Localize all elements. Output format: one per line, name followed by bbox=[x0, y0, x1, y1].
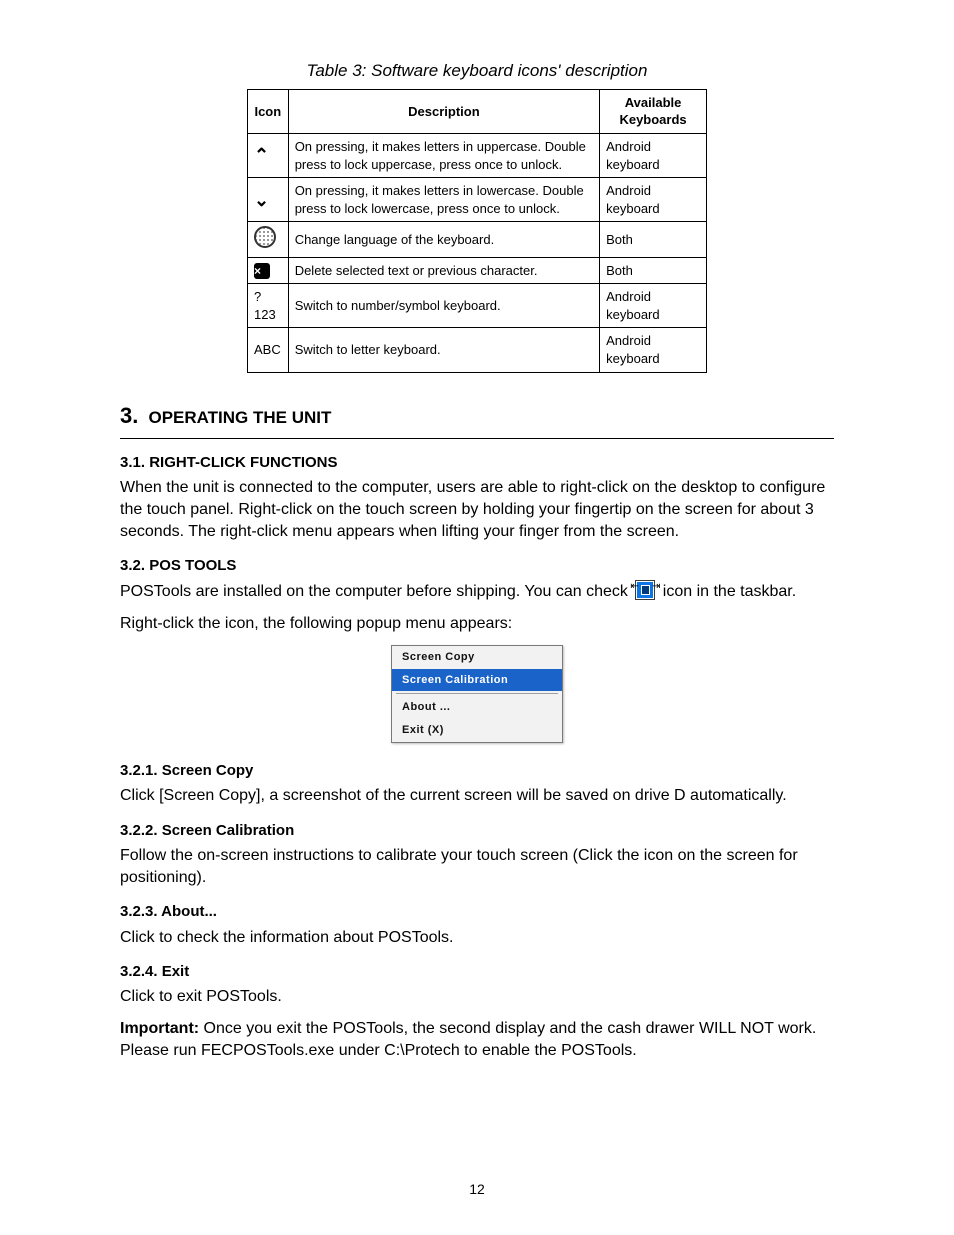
subsection-number: 3.2.3. bbox=[120, 903, 158, 920]
cell-desc: Change language of the keyboard. bbox=[288, 222, 599, 258]
subsection-heading: 3.2.2. Screen Calibration bbox=[120, 821, 834, 841]
menu-item-about: About ... bbox=[392, 696, 562, 719]
th-avail: Available Keyboards bbox=[600, 89, 707, 133]
subsection-title: Exit bbox=[162, 963, 190, 980]
note-text: Once you exit the POSTools, the second d… bbox=[120, 1020, 816, 1059]
cell-avail: Both bbox=[600, 222, 707, 258]
popup-menu-graphic: Screen Copy Screen Calibration About ...… bbox=[120, 645, 834, 743]
chevron-down-icon: ⌄ bbox=[254, 188, 269, 212]
cell-avail: Android keyboard bbox=[600, 284, 707, 328]
cell-desc: Delete selected text or previous charact… bbox=[288, 257, 599, 284]
pos-tools-taskbar-icon bbox=[635, 580, 655, 600]
table-title: Table 3: Software keyboard icons' descri… bbox=[120, 60, 834, 83]
page-number: 12 bbox=[0, 1180, 954, 1199]
th-icon: Icon bbox=[248, 89, 289, 133]
subsection-number: 3.2.1. bbox=[120, 762, 158, 779]
paragraph: POSTools are installed on the computer b… bbox=[120, 580, 834, 603]
note-label: Important: bbox=[120, 1020, 199, 1037]
subsection-heading: 3.2. POS TOOLS bbox=[120, 556, 834, 576]
subsection-title: About... bbox=[161, 903, 217, 920]
subsection-heading: 3.2.1. Screen Copy bbox=[120, 761, 834, 781]
paragraph: When the unit is connected to the comput… bbox=[120, 477, 834, 542]
cell-avail: Android keyboard bbox=[600, 178, 707, 222]
subsection-number: 3.2.2. bbox=[120, 822, 158, 839]
text-fragment: POSTools are installed on the computer b… bbox=[120, 583, 628, 600]
globe-icon bbox=[254, 226, 276, 248]
subsection-number: 3.2. bbox=[120, 557, 145, 574]
divider bbox=[120, 438, 834, 439]
delete-icon: × bbox=[254, 263, 270, 279]
table-row: ⌄ On pressing, it makes letters in lower… bbox=[248, 178, 707, 222]
cell-desc: Switch to letter keyboard. bbox=[288, 328, 599, 372]
subsection-title: POS TOOLS bbox=[149, 557, 236, 574]
table-row: Change language of the keyboard. Both bbox=[248, 222, 707, 258]
popup-menu: Screen Copy Screen Calibration About ...… bbox=[391, 645, 563, 743]
abc-switch-icon: ABC bbox=[248, 328, 289, 372]
paragraph: Click to check the information about POS… bbox=[120, 927, 834, 949]
table-row: × Delete selected text or previous chara… bbox=[248, 257, 707, 284]
subsection-title: RIGHT-CLICK FUNCTIONS bbox=[149, 454, 337, 471]
subsection-heading: 3.2.3. About... bbox=[120, 902, 834, 922]
software-keys-table: Icon Description Available Keyboards ⌃ O… bbox=[247, 89, 707, 373]
subsection-heading: 3.1. RIGHT-CLICK FUNCTIONS bbox=[120, 453, 834, 473]
paragraph: Click to exit POSTools. bbox=[120, 986, 834, 1008]
subsection-title: Screen Calibration bbox=[162, 822, 295, 839]
table-row: ⌃ On pressing, it makes letters in upper… bbox=[248, 134, 707, 178]
cell-desc: Switch to number/symbol keyboard. bbox=[288, 284, 599, 328]
menu-separator bbox=[396, 693, 558, 694]
paragraph: Follow the on-screen instructions to cal… bbox=[120, 845, 834, 888]
cell-avail: Android keyboard bbox=[600, 328, 707, 372]
subsection-number: 3.1. bbox=[120, 454, 145, 471]
menu-item-screen-copy: Screen Copy bbox=[392, 646, 562, 669]
text-fragment: icon in the taskbar. bbox=[663, 583, 796, 600]
cell-avail: Android keyboard bbox=[600, 134, 707, 178]
paragraph: Right-click the icon, the following popu… bbox=[120, 613, 834, 635]
chevron-up-icon: ⌃ bbox=[254, 143, 269, 167]
table-row: ?123 Switch to number/symbol keyboard. A… bbox=[248, 284, 707, 328]
menu-item-screen-calibration: Screen Calibration bbox=[392, 669, 562, 692]
section-heading: 3. OPERATING THE UNIT bbox=[120, 401, 834, 431]
subsection-heading: 3.2.4. Exit bbox=[120, 962, 834, 982]
important-note: Important: Once you exit the POSTools, t… bbox=[120, 1018, 834, 1061]
menu-item-exit: Exit (X) bbox=[392, 719, 562, 742]
paragraph: Click [Screen Copy], a screenshot of the… bbox=[120, 785, 834, 807]
subsection-number: 3.2.4. bbox=[120, 963, 158, 980]
th-desc: Description bbox=[288, 89, 599, 133]
cell-desc: On pressing, it makes letters in lowerca… bbox=[288, 178, 599, 222]
section-title: OPERATING THE UNIT bbox=[148, 408, 331, 427]
num-switch-icon: ?123 bbox=[248, 284, 289, 328]
subsection-title: Screen Copy bbox=[162, 762, 254, 779]
section-number: 3. bbox=[120, 403, 138, 428]
cell-desc: On pressing, it makes letters in upperca… bbox=[288, 134, 599, 178]
table-row: ABC Switch to letter keyboard. Android k… bbox=[248, 328, 707, 372]
cell-avail: Both bbox=[600, 257, 707, 284]
